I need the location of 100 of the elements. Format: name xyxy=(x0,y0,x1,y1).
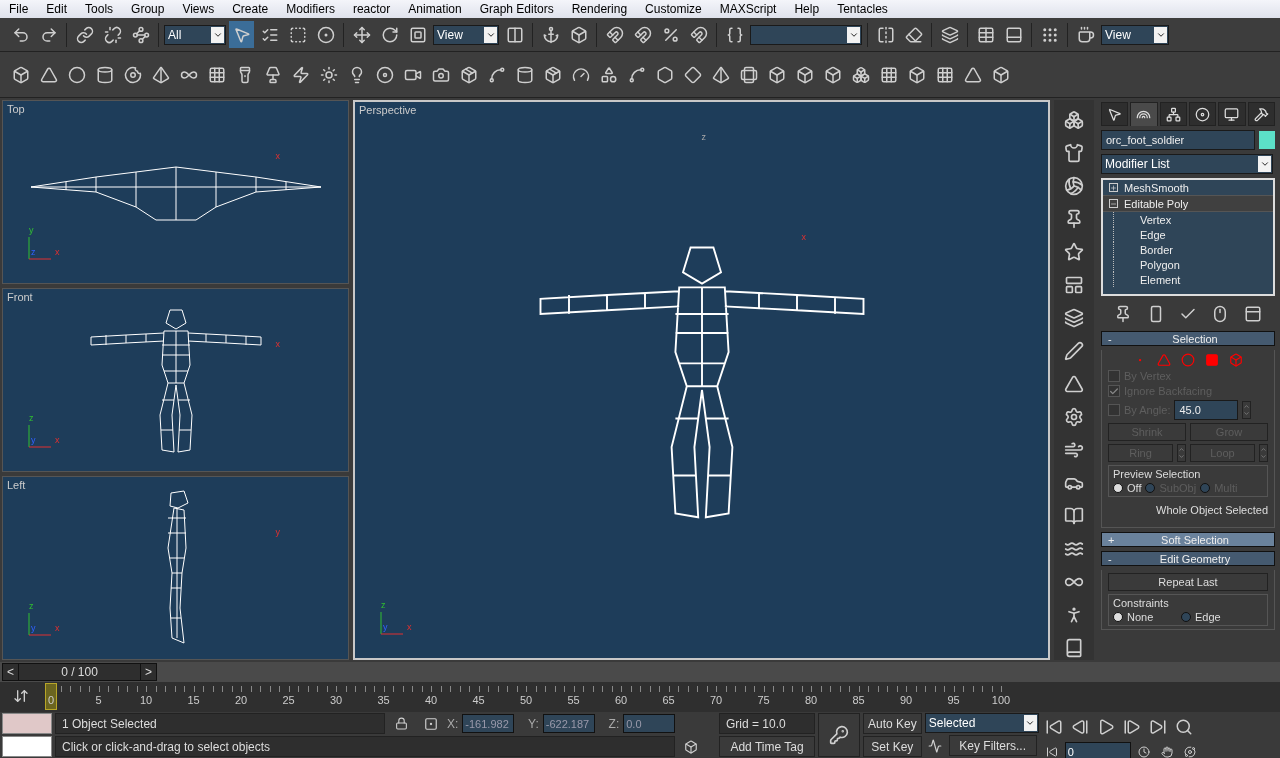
menu-item[interactable]: Group xyxy=(122,0,174,18)
menu-item[interactable]: Customize xyxy=(636,0,711,18)
menu-item[interactable]: Help xyxy=(785,0,829,18)
selection-filter-dropdown[interactable]: All xyxy=(164,24,226,45)
object-color-swatch[interactable] xyxy=(1259,131,1275,149)
monitor-icon[interactable] xyxy=(1218,102,1246,126)
spinner-icon[interactable] xyxy=(1242,401,1252,419)
axis-gizmo-icon xyxy=(27,235,53,261)
menu-item[interactable]: Modifiers xyxy=(277,0,344,18)
frame-label: 40 xyxy=(424,694,438,706)
axis-label: z xyxy=(381,600,386,610)
caret-icon[interactable] xyxy=(211,26,224,43)
frame-label: 100 xyxy=(991,694,1011,706)
stack-subitem[interactable]: Vertex xyxy=(1113,212,1273,227)
key-filters-button[interactable]: Key Filters... xyxy=(948,735,1037,756)
frame-label: 20 xyxy=(234,694,248,706)
caret-icon[interactable] xyxy=(847,26,860,43)
polygon-icon[interactable] xyxy=(1205,353,1219,367)
set-key-button[interactable]: Set Key xyxy=(863,736,922,757)
menu-item[interactable]: Views xyxy=(173,0,224,18)
axis-label: y xyxy=(275,527,280,537)
axis-label: z xyxy=(29,601,34,611)
radio-button[interactable] xyxy=(1181,612,1191,622)
menu-item[interactable]: reactor xyxy=(343,0,400,18)
stack-subitem[interactable]: Border xyxy=(1113,242,1273,257)
group-title: Constraints xyxy=(1113,597,1170,609)
panel-button[interactable]: Repeat Last xyxy=(1108,573,1268,591)
stack-item[interactable]: MeshSmooth xyxy=(1103,180,1273,196)
radio-button[interactable] xyxy=(1145,483,1156,493)
frame-field[interactable]: 0 xyxy=(1064,742,1131,758)
stack-item[interactable]: Editable Poly xyxy=(1103,196,1273,212)
radio-label: Off xyxy=(1127,482,1142,494)
add-time-tag-button[interactable]: Add Time Tag xyxy=(719,736,815,757)
axis-label: x xyxy=(55,623,60,633)
edge-icon[interactable] xyxy=(1157,353,1171,367)
axis-label: y xyxy=(31,623,36,633)
frame-label: 50 xyxy=(519,694,533,706)
render-preset-dropdown[interactable]: View xyxy=(1101,24,1169,45)
expander-icon[interactable] xyxy=(1109,183,1118,192)
object-name-field[interactable]: orc_foot_soldier xyxy=(1101,130,1255,150)
reference-coordinate-dropdown[interactable]: View xyxy=(433,24,499,45)
radio-button[interactable] xyxy=(1200,483,1211,493)
axis-label: x xyxy=(801,232,806,242)
spinner-icon[interactable] xyxy=(1177,444,1186,462)
playhead-marker[interactable] xyxy=(45,683,57,710)
hierarchy-icon[interactable] xyxy=(1159,102,1187,126)
frame-label: 0 xyxy=(47,694,55,706)
cursor-icon[interactable] xyxy=(1101,102,1129,126)
coordinate-label: X: xyxy=(447,716,459,731)
frame-label: 65 xyxy=(662,694,675,706)
color-swatch[interactable] xyxy=(2,713,52,734)
key-icon[interactable] xyxy=(818,713,860,757)
viewport[interactable]: Front x z y x xyxy=(2,288,349,472)
menu-item[interactable]: Graph Editors xyxy=(470,0,563,18)
menu-item[interactable]: Tentacles xyxy=(828,0,897,18)
expander-icon[interactable] xyxy=(1109,199,1118,208)
stack-subitem[interactable]: Edge xyxy=(1113,227,1273,242)
spinner-icon[interactable] xyxy=(1259,444,1268,462)
radio-button[interactable] xyxy=(1113,612,1123,622)
frame-label: 10 xyxy=(139,694,153,706)
axis-label: x xyxy=(55,247,60,257)
caret-icon[interactable] xyxy=(484,26,497,43)
menu-item[interactable]: Create xyxy=(223,0,278,18)
z-coordinate-field[interactable]: 0.0 xyxy=(623,714,675,733)
y-coordinate-field[interactable]: -622.187 xyxy=(542,714,595,733)
rollout-header[interactable]: - Edit Geometry xyxy=(1101,551,1275,566)
named-selection-dropdown[interactable] xyxy=(750,24,862,45)
frame-label: 30 xyxy=(329,694,343,706)
viewport[interactable]: Left y z y x xyxy=(2,476,349,660)
radio-label: None xyxy=(1127,611,1155,623)
axis-label: z xyxy=(701,132,706,142)
element-icon[interactable] xyxy=(1229,353,1243,367)
time-slider[interactable]: < 0 / 100 > xyxy=(2,663,157,681)
menu-item[interactable]: MAXScript xyxy=(710,0,786,18)
stack-subitem[interactable]: Element xyxy=(1113,272,1273,287)
frame-label: 35 xyxy=(377,694,390,706)
modifier-list-dropdown[interactable]: Modifier List xyxy=(1101,154,1273,174)
stack-subitem[interactable]: Polygon xyxy=(1113,257,1273,272)
viewport[interactable]: Top x y z x xyxy=(2,100,349,284)
hammer-icon[interactable] xyxy=(1247,102,1275,126)
rollout-header[interactable]: + Soft Selection xyxy=(1101,532,1275,547)
border-icon[interactable] xyxy=(1181,353,1195,367)
caret-icon[interactable] xyxy=(1154,26,1167,43)
rollout-header[interactable]: - Selection xyxy=(1101,331,1275,346)
menu-item[interactable]: Rendering xyxy=(562,0,637,18)
radio-button[interactable] xyxy=(1113,483,1123,493)
menu-item[interactable]: Edit xyxy=(37,0,77,18)
key-mode-dropdown[interactable]: Selected xyxy=(924,713,1039,733)
arc-icon[interactable] xyxy=(1130,102,1158,126)
menu-item[interactable]: Animation xyxy=(399,0,471,18)
x-coordinate-field[interactable]: -161.982 xyxy=(462,714,515,733)
viewport-label: Left xyxy=(7,479,26,491)
group-title: Preview Selection xyxy=(1113,468,1202,480)
auto-key-button[interactable]: Auto Key xyxy=(863,713,922,734)
menu-item[interactable]: File xyxy=(0,0,38,18)
color-swatch[interactable] xyxy=(2,736,52,757)
menu-item[interactable]: Tools xyxy=(76,0,123,18)
axis-label: x xyxy=(275,151,280,161)
viewport[interactable]: Perspective z x z y x xyxy=(353,100,1050,660)
caret-icon[interactable] xyxy=(1023,715,1037,731)
